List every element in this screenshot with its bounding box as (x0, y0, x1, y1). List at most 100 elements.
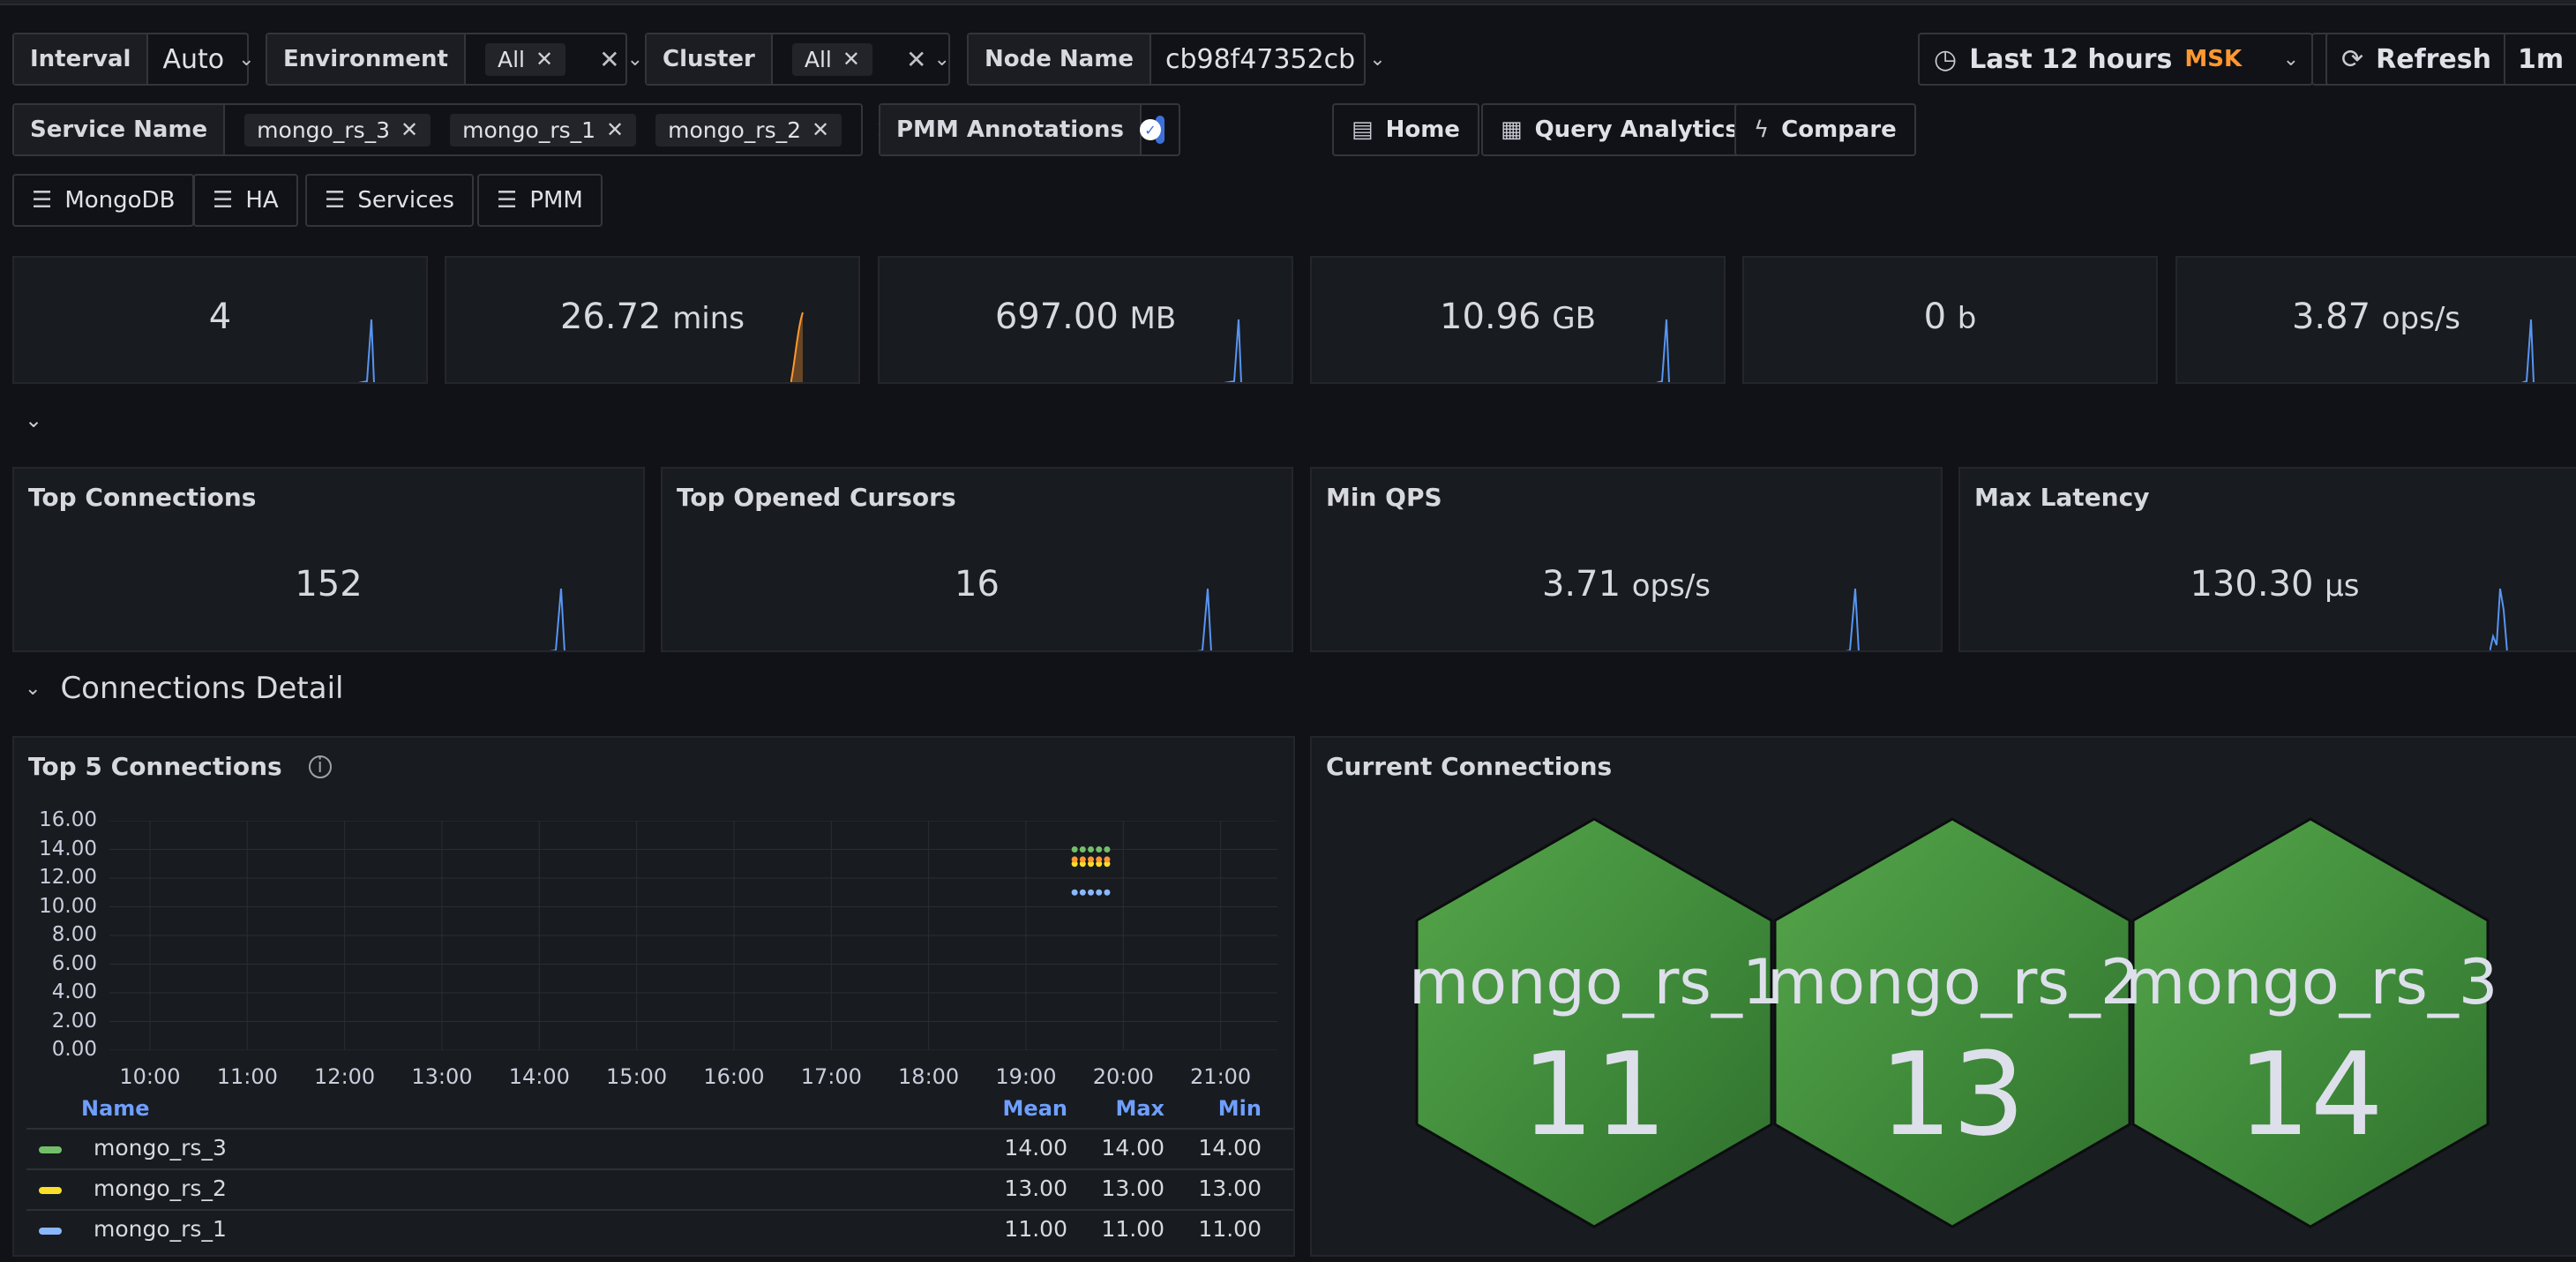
legend-max: 14.00 (1101, 1135, 1164, 1161)
data-point[interactable] (1088, 889, 1095, 896)
sparkline (2490, 588, 2508, 650)
menu-pmm[interactable]: ☰ PMM (477, 174, 603, 227)
node-name-value[interactable]: cb98f47352cb (1151, 44, 1369, 75)
stat-panel[interactable]: 10.96 GB (1310, 256, 1726, 384)
sparkline (790, 312, 804, 382)
hex-mongo-rs-1[interactable] (1415, 817, 1773, 1228)
compare-link[interactable]: ϟ Compare (1734, 103, 1916, 156)
chevron-down-icon[interactable]: ⌄ (627, 49, 643, 71)
service-chip[interactable]: mongo_rs_1 ✕ (450, 113, 637, 146)
data-point[interactable] (1096, 846, 1103, 853)
top-opened-cursors-panel[interactable]: Top Opened Cursors 16 (661, 467, 1293, 652)
x-tick-label: 12:00 (314, 1064, 376, 1089)
query-analytics-link[interactable]: ▦ Query Analytics (1481, 103, 1758, 156)
service-name-variable[interactable]: Service Name mongo_rs_3 ✕ mongo_rs_1 ✕ mon… (12, 103, 919, 156)
environment-variable[interactable]: Environment All ✕ ✕ ⌄ (266, 33, 643, 86)
pmm-annotations-variable[interactable]: PMM Annotations ✓ (879, 103, 1180, 156)
top-connections-panel[interactable]: Top Connections 152 (12, 467, 645, 652)
interval-variable[interactable]: Interval Auto ⌄ (12, 33, 255, 86)
stat-panel[interactable]: 4 (12, 256, 428, 384)
chevron-down-icon[interactable]: ⌄ (933, 49, 949, 71)
stat-panel[interactable]: 26.72 mins (445, 256, 860, 384)
clear-icon[interactable]: ✕ (906, 45, 926, 74)
annotations-toggle[interactable]: ✓ (1140, 116, 1164, 144)
max-latency-panel[interactable]: Max Latency 130.30 µs (1958, 467, 2576, 652)
info-icon[interactable]: i (308, 755, 332, 778)
top5-connections-panel[interactable]: Top 5 Connections i 16.00 14.00 12.00 10.00… (12, 736, 1295, 1257)
remove-icon[interactable]: ✕ (535, 47, 553, 71)
refresh-icon[interactable]: ⟳ (2341, 44, 2363, 75)
data-point[interactable] (1104, 846, 1111, 853)
cluster-chip-label: All (804, 46, 832, 72)
time-range-picker[interactable]: ◷ Last 12 hours MSK ⌄ (1918, 33, 2313, 86)
y-tick-label: 16.00 (39, 808, 97, 831)
chevron-down-icon[interactable]: ⌄ (1369, 49, 1385, 71)
data-point[interactable] (1088, 846, 1095, 853)
legend-header-min[interactable]: Min (1182, 1096, 1262, 1121)
legend-header-max[interactable]: Max (1085, 1096, 1164, 1121)
service-chip[interactable]: mongo_rs_3 ✕ (244, 113, 431, 146)
legend-header-mean[interactable]: Mean (988, 1096, 1067, 1121)
connections-detail-row[interactable]: ⌄ Connections Detail (25, 671, 344, 706)
home-link[interactable]: ▤ Home (1332, 103, 1479, 156)
interval-value[interactable]: Auto (148, 44, 238, 75)
legend-mean: 13.00 (1004, 1176, 1067, 1201)
chevron-down-icon[interactable]: ⌄ (25, 678, 41, 700)
data-point[interactable] (1096, 856, 1103, 863)
remove-icon[interactable]: ✕ (401, 117, 418, 142)
x-tick-label: 17:00 (800, 1064, 862, 1089)
hex-value: 13 (1879, 1027, 2026, 1161)
home-link-label: Home (1385, 116, 1460, 143)
chevron-down-icon[interactable]: ⌄ (238, 49, 254, 71)
chevron-down-icon[interactable]: ⌄ (2572, 49, 2576, 71)
service-chip[interactable]: mongo_rs_2 ✕ (655, 113, 842, 146)
stat-panel[interactable]: 3.87 ops/s (2175, 256, 2576, 384)
data-point[interactable] (1088, 856, 1095, 863)
cluster-variable[interactable]: Cluster All ✕ ✕ ⌄ (645, 33, 950, 86)
refresh-picker[interactable]: ⟳ Refresh 1m ⌄ (2325, 33, 2576, 86)
remove-icon[interactable]: ✕ (606, 117, 624, 142)
legend-row[interactable]: mongo_rs_1 11.00 11.00 11.00 (26, 1209, 1293, 1250)
service-name-label: Service Name (14, 105, 226, 154)
chevron-down-icon[interactable]: ⌄ (2283, 49, 2299, 71)
service-chip-label: mongo_rs_2 (668, 116, 802, 143)
data-point[interactable] (1104, 889, 1111, 896)
environment-chip[interactable]: All ✕ (485, 42, 566, 76)
stat-panel[interactable]: 0 b (1742, 256, 2158, 384)
node-name-variable[interactable]: Node Name cb98f47352cb ⌄ (967, 33, 1386, 86)
remove-icon[interactable]: ✕ (842, 47, 860, 71)
x-tick-label: 10:00 (119, 1064, 181, 1089)
stat-panel[interactable]: 697.00 MB (878, 256, 1293, 384)
menu-ha[interactable]: ☰ HA (193, 174, 298, 227)
time-range-label: Last 12 hours (1969, 43, 2173, 75)
chart-plot-area[interactable] (109, 821, 1277, 1050)
legend-header-name[interactable]: Name (81, 1096, 150, 1121)
legend-row[interactable]: mongo_rs_2 13.00 13.00 13.00 (26, 1168, 1293, 1209)
min-qps-panel[interactable]: Min QPS 3.71 ops/s (1310, 467, 1943, 652)
menu-mongodb[interactable]: ☰ MongoDB (12, 174, 195, 227)
stat-value: 3.87 ops/s (2291, 297, 2461, 337)
row-collapse-icon[interactable]: ⌄ (25, 408, 42, 432)
x-tick-label: 21:00 (1190, 1064, 1252, 1089)
refresh-label[interactable]: Refresh (2376, 44, 2491, 75)
hex-mongo-rs-3[interactable] (2131, 817, 2490, 1228)
data-point[interactable] (1071, 856, 1078, 863)
data-point[interactable] (1079, 889, 1086, 896)
menu-services[interactable]: ☰ Services (305, 174, 474, 227)
data-point[interactable] (1079, 856, 1086, 863)
current-connections-panel[interactable]: Current Connections mongo_rs_1 11 mongo_… (1310, 736, 2576, 1257)
data-point[interactable] (1104, 856, 1111, 863)
data-point[interactable] (1079, 846, 1086, 853)
hex-mongo-rs-2[interactable] (1773, 817, 2131, 1228)
hex-name: mongo_rs_3 (2125, 946, 2498, 1018)
cluster-chip[interactable]: All ✕ (791, 42, 872, 76)
menu-label: Services (357, 187, 454, 214)
data-point[interactable] (1071, 846, 1078, 853)
clear-icon[interactable]: ✕ (599, 45, 619, 74)
legend-row[interactable]: mongo_rs_3 14.00 14.00 14.00 (26, 1128, 1293, 1168)
remove-icon[interactable]: ✕ (812, 117, 829, 142)
data-point[interactable] (1096, 889, 1103, 896)
refresh-interval[interactable]: 1m (2518, 44, 2564, 75)
data-point[interactable] (1071, 889, 1078, 896)
interval-label: Interval (14, 34, 149, 84)
